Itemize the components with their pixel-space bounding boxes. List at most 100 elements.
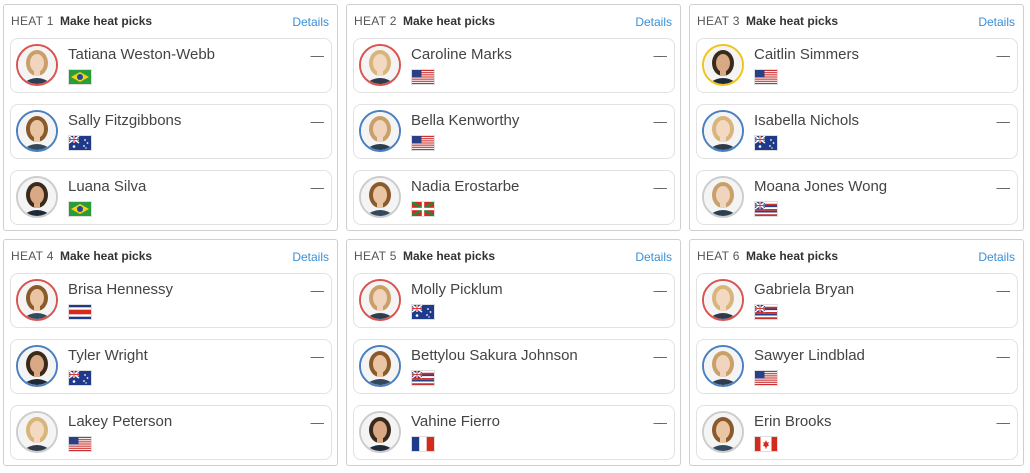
surfer-card[interactable]: Nadia Erostarbe –– — [353, 170, 675, 225]
surfer-score: –– — [996, 283, 1011, 298]
surfer-name: Gabriela Bryan — [754, 281, 855, 298]
surfer-score: –– — [310, 415, 325, 430]
usa-flag-icon — [68, 436, 92, 452]
surfer-name: Luana Silva — [68, 178, 147, 195]
surfer-avatar — [16, 411, 58, 453]
surfer-avatar — [359, 176, 401, 218]
surfer-card[interactable]: Luana Silva –– — [10, 170, 332, 225]
heat-header: HEAT 3 Make heat picks Details — [690, 5, 1023, 37]
surfer-score: –– — [653, 349, 668, 364]
details-link[interactable]: Details — [978, 15, 1015, 29]
surfer-score: –– — [996, 114, 1011, 129]
surfer-avatar — [359, 279, 401, 321]
heat-label: HEAT 6 — [697, 249, 740, 263]
make-heat-picks-link[interactable]: Make heat picks — [403, 14, 495, 28]
details-link[interactable]: Details — [635, 250, 672, 264]
surfer-avatar — [16, 110, 58, 152]
surfer-avatar — [359, 110, 401, 152]
surfer-name: Moana Jones Wong — [754, 178, 888, 195]
details-link[interactable]: Details — [292, 15, 329, 29]
surfer-card[interactable]: Bettylou Sakura Johnson –– — [353, 339, 675, 394]
heat-card-1: HEAT 1 Make heat picks Details Tatiana West… — [3, 4, 338, 231]
surfer-name: Isabella Nichols — [754, 112, 860, 129]
surfer-card[interactable]: Brisa Hennessy –– — [10, 273, 332, 328]
surfer-card[interactable]: Vahine Fierro –– — [353, 405, 675, 460]
surfer-card[interactable]: Erin Brooks –– — [696, 405, 1018, 460]
details-link[interactable]: Details — [292, 250, 329, 264]
surfer-card[interactable]: Caitlin Simmers –– — [696, 38, 1018, 93]
surfer-avatar — [702, 411, 744, 453]
surfer-score: –– — [310, 48, 325, 63]
surfer-name: Tatiana Weston-Webb — [68, 46, 216, 63]
australia-flag-icon — [68, 370, 92, 386]
surfer-avatar — [702, 176, 744, 218]
france-flag-icon — [411, 436, 435, 452]
usa-flag-icon — [754, 370, 778, 386]
surfer-score: –– — [653, 283, 668, 298]
make-heat-picks-link[interactable]: Make heat picks — [746, 14, 838, 28]
heat-label: HEAT 4 — [11, 249, 54, 263]
make-heat-picks-link[interactable]: Make heat picks — [746, 249, 838, 263]
details-link[interactable]: Details — [635, 15, 672, 29]
surfer-score: –– — [996, 180, 1011, 195]
make-heat-picks-link[interactable]: Make heat picks — [60, 14, 152, 28]
surfer-name: Caitlin Simmers — [754, 46, 860, 63]
hawaii-flag-icon — [754, 304, 778, 320]
surfer-card[interactable]: Bella Kenworthy –– — [353, 104, 675, 159]
surfer-name: Bettylou Sakura Johnson — [411, 347, 578, 364]
brazil-flag-icon — [68, 201, 92, 217]
heat-label: HEAT 5 — [354, 249, 397, 263]
surfer-card[interactable]: Sawyer Lindblad –– — [696, 339, 1018, 394]
surfer-card[interactable]: Caroline Marks –– — [353, 38, 675, 93]
surfer-name: Lakey Peterson — [68, 413, 173, 430]
surfer-card[interactable]: Isabella Nichols –– — [696, 104, 1018, 159]
surfer-card[interactable]: Gabriela Bryan –– — [696, 273, 1018, 328]
surfer-name: Caroline Marks — [411, 46, 512, 63]
australia-flag-icon — [754, 135, 778, 151]
usa-flag-icon — [411, 135, 435, 151]
surfer-score: –– — [653, 415, 668, 430]
hawaii-flag-icon — [411, 370, 435, 386]
usa-flag-icon — [411, 69, 435, 85]
surfer-score: –– — [653, 180, 668, 195]
basque-flag-icon — [411, 201, 435, 217]
surfer-name: Sawyer Lindblad — [754, 347, 865, 364]
make-heat-picks-link[interactable]: Make heat picks — [60, 249, 152, 263]
heat-header: HEAT 5 Make heat picks Details — [347, 240, 680, 272]
surfer-card[interactable]: Sally Fitzgibbons –– — [10, 104, 332, 159]
surfer-name: Tyler Wright — [68, 347, 148, 364]
surfer-score: –– — [310, 180, 325, 195]
heat-card-3: HEAT 3 Make heat picks Details Caitlin Simm… — [689, 4, 1024, 231]
surfer-card[interactable]: Tatiana Weston-Webb –– — [10, 38, 332, 93]
details-link[interactable]: Details — [978, 250, 1015, 264]
surfer-card[interactable]: Tyler Wright –– — [10, 339, 332, 394]
australia-flag-icon — [411, 304, 435, 320]
surfer-avatar — [16, 44, 58, 86]
heat-header: HEAT 1 Make heat picks Details — [4, 5, 337, 37]
surfer-score: –– — [310, 349, 325, 364]
heat-label: HEAT 1 — [11, 14, 54, 28]
surfer-score: –– — [996, 48, 1011, 63]
surfer-name: Brisa Hennessy — [68, 281, 174, 298]
heat-card-2: HEAT 2 Make heat picks Details Caroline Mar… — [346, 4, 681, 231]
surfer-avatar — [359, 44, 401, 86]
heat-label: HEAT 2 — [354, 14, 397, 28]
surfer-score: –– — [653, 114, 668, 129]
canada-flag-icon — [754, 436, 778, 452]
heat-card-5: HEAT 5 Make heat picks Details Molly Picklu… — [346, 239, 681, 466]
surfer-score: –– — [996, 415, 1011, 430]
surfer-card[interactable]: Lakey Peterson –– — [10, 405, 332, 460]
heat-label: HEAT 3 — [697, 14, 740, 28]
surfer-name: Nadia Erostarbe — [411, 178, 520, 195]
make-heat-picks-link[interactable]: Make heat picks — [403, 249, 495, 263]
australia-flag-icon — [68, 135, 92, 151]
surfer-name: Vahine Fierro — [411, 413, 500, 430]
surfer-avatar — [702, 44, 744, 86]
heat-header: HEAT 4 Make heat picks Details — [4, 240, 337, 272]
surfer-card[interactable]: Molly Picklum –– — [353, 273, 675, 328]
surfer-score: –– — [653, 48, 668, 63]
surfer-avatar — [16, 345, 58, 387]
brazil-flag-icon — [68, 69, 92, 85]
surfer-avatar — [16, 176, 58, 218]
surfer-card[interactable]: Moana Jones Wong –– — [696, 170, 1018, 225]
